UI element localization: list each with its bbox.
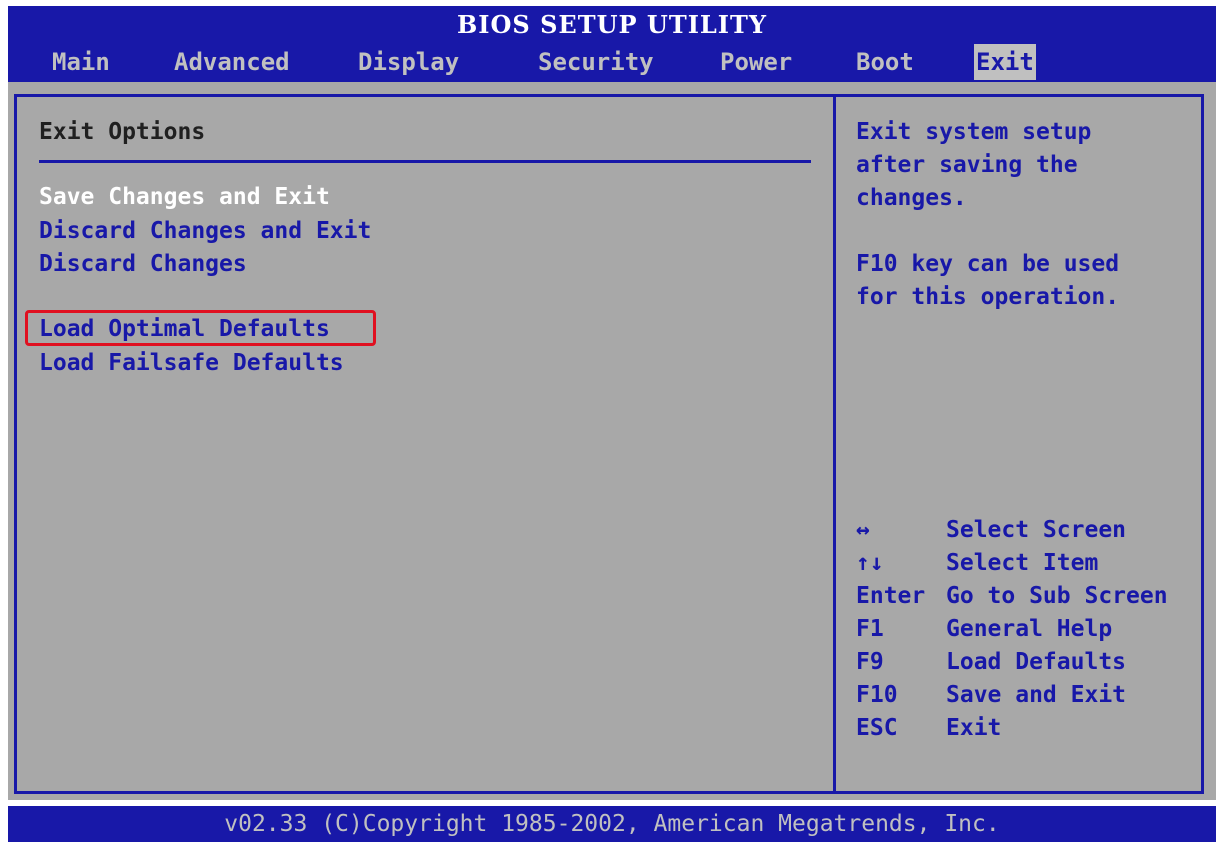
key-name: ESC — [856, 715, 898, 741]
key-legend-row: F1 General Help — [856, 614, 1112, 644]
key-legend-row: Enter Go to Sub Screen — [856, 581, 1168, 611]
bios-screen: BIOS SETUP UTILITY Main Advanced Display… — [8, 6, 1216, 842]
bios-title: BIOS SETUP UTILITY — [8, 6, 1216, 44]
section-divider — [39, 160, 811, 163]
help-text-line: F10 key can be used — [856, 251, 1120, 277]
key-action: Load Defaults — [946, 649, 1127, 675]
key-action: Select Item — [946, 550, 1099, 576]
key-action: Go to Sub Screen — [946, 583, 1168, 609]
tab-security[interactable]: Security — [536, 44, 656, 80]
section-title: Exit Options — [39, 119, 206, 145]
key-name: F10 — [856, 682, 898, 708]
key-legend-row: ESC Exit — [856, 713, 1001, 743]
help-text-line: Exit system setup — [856, 119, 1092, 145]
key-action: Save and Exit — [946, 682, 1127, 708]
tab-advanced[interactable]: Advanced — [172, 44, 292, 80]
left-right-arrow-icon: ↔ — [856, 517, 870, 543]
key-action: Select Screen — [946, 517, 1127, 543]
key-legend-row: F10 Save and Exit — [856, 680, 1126, 710]
help-text-line: after saving the — [856, 152, 1078, 178]
help-text-line: for this operation. — [856, 284, 1120, 310]
key-legend-row: ↑↓ Select Item — [856, 548, 1098, 578]
option-load-failsafe-defaults[interactable]: Load Failsafe Defaults — [39, 348, 344, 378]
option-discard-changes[interactable]: Discard Changes — [39, 249, 247, 279]
key-name: F9 — [856, 649, 884, 675]
option-save-changes-and-exit[interactable]: Save Changes and Exit — [39, 182, 330, 212]
key-action: Exit — [946, 715, 1002, 741]
option-discard-changes-and-exit[interactable]: Discard Changes and Exit — [39, 216, 371, 246]
tab-display[interactable]: Display — [356, 44, 461, 80]
option-load-optimal-defaults[interactable]: Load Optimal Defaults — [39, 314, 330, 344]
menu-bar: Main Advanced Display Security Power Boo… — [8, 44, 1216, 82]
content-frame: Exit Options Save Changes and Exit Disca… — [14, 94, 1204, 794]
key-action: General Help — [946, 616, 1113, 642]
help-text-line: changes. — [856, 185, 967, 211]
up-down-arrow-icon: ↑↓ — [856, 550, 884, 576]
tab-power[interactable]: Power — [718, 44, 794, 80]
key-name: F1 — [856, 616, 884, 642]
key-legend-row: F9 Load Defaults — [856, 647, 1126, 677]
key-name: Enter — [856, 583, 926, 609]
tab-exit[interactable]: Exit — [974, 44, 1036, 80]
main-panel: Exit Options Save Changes and Exit Disca… — [8, 82, 1216, 800]
tab-main[interactable]: Main — [50, 44, 112, 80]
tab-boot[interactable]: Boot — [854, 44, 916, 80]
copyright-footer: v02.33 (C)Copyright 1985-2002, American … — [8, 806, 1216, 842]
key-legend-row: ↔ Select Screen — [856, 515, 1126, 545]
help-pane: Exit system setup after saving the chang… — [836, 97, 1201, 791]
options-pane: Exit Options Save Changes and Exit Disca… — [17, 97, 833, 791]
